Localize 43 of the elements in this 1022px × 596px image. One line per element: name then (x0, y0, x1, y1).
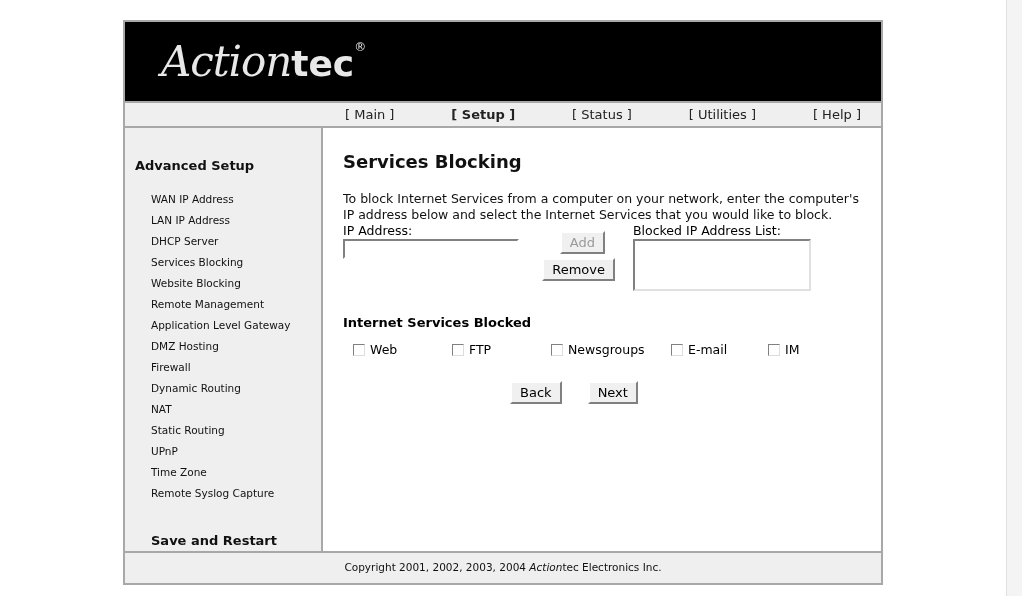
checkbox[interactable] (452, 343, 464, 356)
form-button[interactable]: Next (587, 381, 638, 405)
intro-text: To block Internet Services from a computer on your network, enter the computer's IP address below and select the Internet Services that you would like to block. (343, 191, 860, 223)
checkbox-label: E-mail (688, 340, 728, 359)
save-restart-link[interactable]: Save and Restart (135, 530, 321, 550)
copyright-text: Copyright 2001, 2002, 2003, 2004 Actiontec Electronics Inc. (344, 560, 662, 576)
scrollbar[interactable] (1006, 0, 1022, 596)
form-button[interactable]: Back (510, 381, 562, 405)
sidebar-link[interactable]: Remote Syslog Capture (151, 485, 321, 501)
nav-link[interactable]: [ Utilities ] (688, 104, 757, 125)
sidebar-link[interactable]: DHCP Server (151, 233, 321, 249)
sidebar-link[interactable]: LAN IP Address (151, 212, 321, 228)
nav-link[interactable]: [ Status ] (572, 104, 632, 125)
sidebar-heading: Advanced Setup (135, 157, 256, 175)
page-title: Services Blocking (343, 150, 523, 174)
nav-link[interactable]: [ Setup ] (451, 104, 516, 125)
sidebar-link[interactable]: Website Blocking (151, 275, 321, 291)
sidebar-link[interactable]: Time Zone (151, 464, 321, 480)
sidebar-link[interactable]: Dynamic Routing (151, 380, 321, 396)
sidebar-link[interactable]: UPnP (151, 443, 321, 459)
sidebar-link[interactable]: Firewall (151, 359, 321, 375)
sidebar-link[interactable]: Services Blocking (151, 254, 321, 270)
checkbox-label: Web (370, 340, 398, 359)
nav-link[interactable]: [ Main ] (345, 104, 395, 125)
checkbox-label: IM (785, 340, 800, 359)
sidebar-link[interactable]: WAN IP Address (151, 191, 321, 207)
services-heading: Internet Services Blocked (343, 314, 533, 332)
checkbox[interactable] (671, 343, 683, 356)
checkbox[interactable] (768, 343, 780, 356)
checkbox-label: Newsgroups (568, 340, 645, 359)
ip-address-label: IP Address: (343, 223, 414, 239)
checkbox[interactable] (551, 343, 563, 356)
blocked-ip-list[interactable] (633, 239, 811, 291)
sidebar-link[interactable]: Application Level Gateway (151, 317, 321, 333)
sidebar-link[interactable]: Static Routing (151, 422, 321, 438)
blocked-list-label: Blocked IP Address List: (633, 223, 782, 239)
sidebar-link[interactable]: Remote Management (151, 296, 321, 312)
sidebar-link[interactable]: NAT (151, 401, 321, 417)
checkbox-label: FTP (469, 340, 492, 359)
sidebar-link[interactable]: DMZ Hosting (151, 338, 321, 354)
checkbox[interactable] (353, 343, 365, 356)
nav-link[interactable]: [ Help ] (812, 104, 861, 125)
form-button[interactable]: Remove (542, 258, 615, 281)
